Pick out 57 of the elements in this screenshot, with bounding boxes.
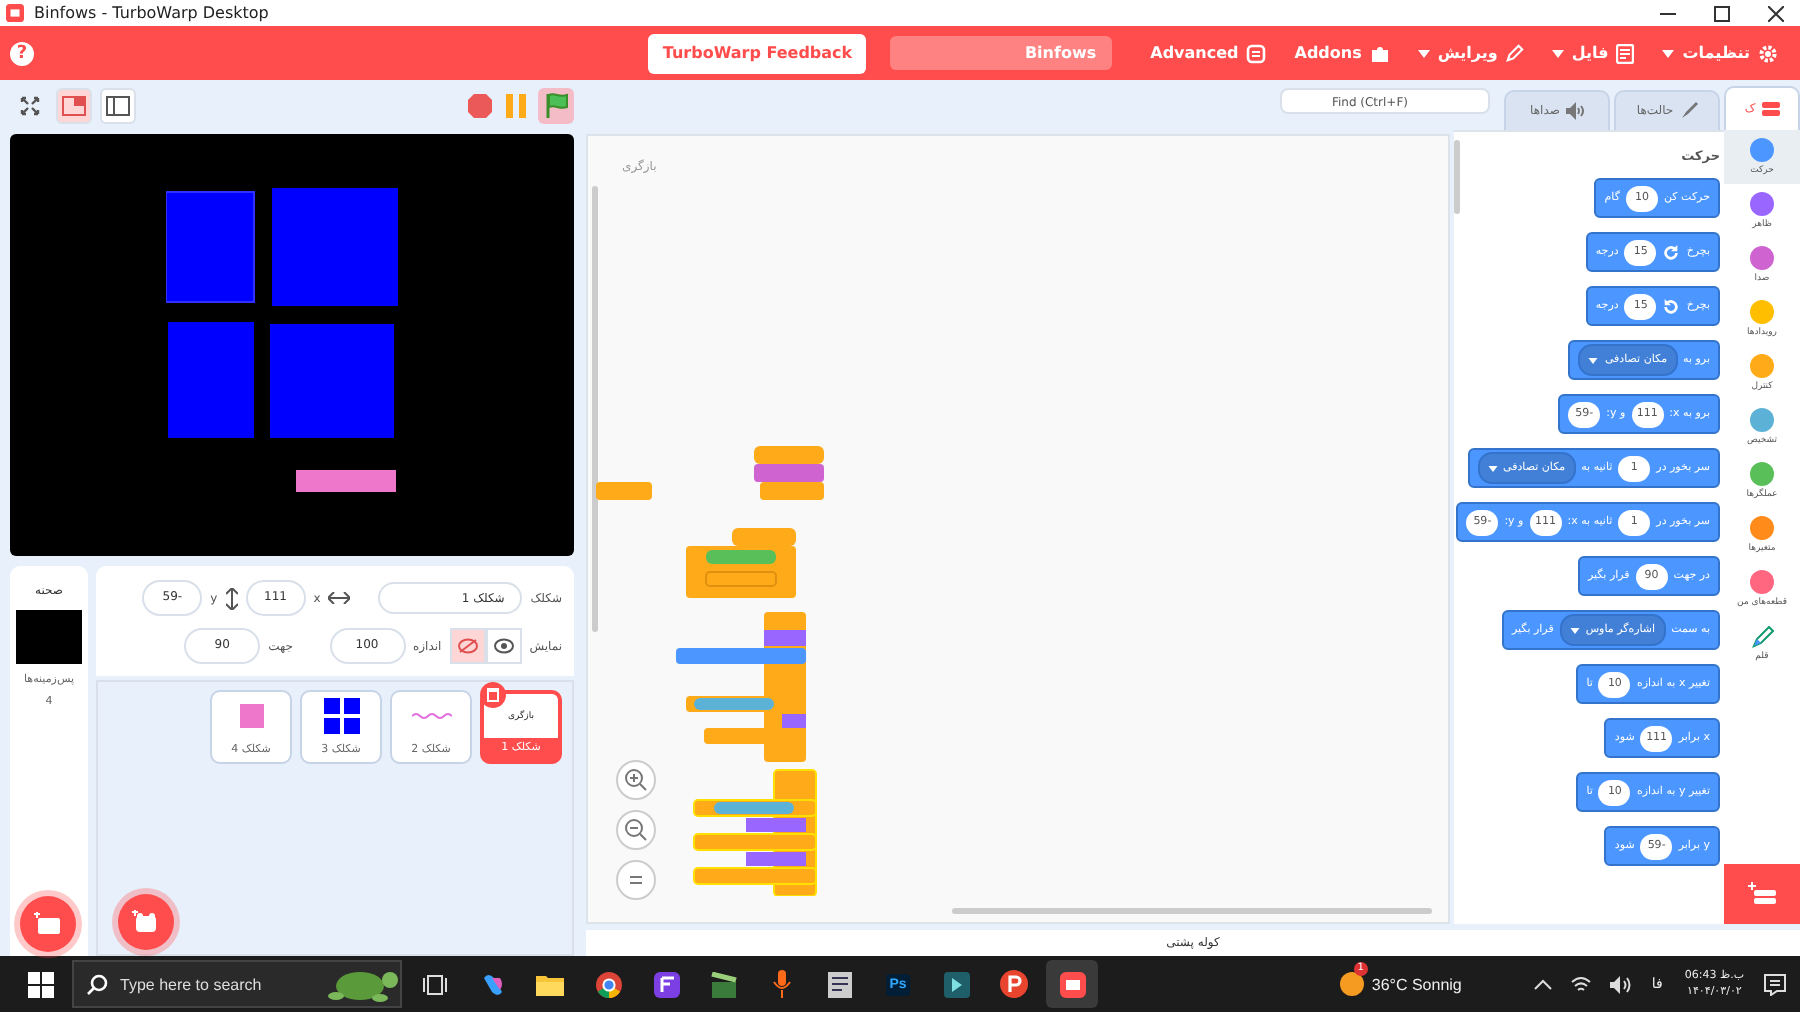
hide-button[interactable] (449, 628, 486, 664)
chevron-up-icon[interactable] (1533, 978, 1552, 990)
taskbar-app-icon[interactable] (1046, 960, 1098, 1008)
pen-icon (1751, 625, 1773, 647)
maximize-icon[interactable] (1714, 5, 1730, 21)
cat-plus-icon (132, 910, 160, 934)
vertical-arrows-icon (225, 587, 238, 609)
add-backdrop-button[interactable] (20, 896, 76, 952)
horizontal-arrows-icon (328, 592, 351, 604)
wifi-icon[interactable] (1569, 975, 1592, 993)
large-stage-icon (106, 95, 130, 115)
weather-text[interactable]: 36°C Sonnig (1371, 975, 1462, 993)
gear-icon (1758, 43, 1778, 63)
advanced-icon (1246, 43, 1267, 63)
zoom-out-icon[interactable] (616, 810, 656, 850)
brush-icon (1679, 102, 1698, 120)
flag-icon (543, 92, 569, 118)
speaker-icon[interactable] (1609, 975, 1632, 993)
picture-plus-icon (34, 912, 62, 936)
show-button[interactable] (485, 628, 522, 664)
large-stage-button[interactable] (100, 87, 136, 123)
crossed-eye-icon (457, 638, 478, 654)
scribble-thumbnail (411, 712, 451, 720)
blocks-plus-icon (1748, 882, 1776, 906)
sun-icon (1339, 972, 1364, 996)
squares-grid-thumbnail (323, 698, 359, 734)
caret-icon (1588, 357, 1599, 363)
caret-icon (1487, 465, 1497, 471)
close-icon[interactable] (1768, 5, 1784, 21)
scrollbar[interactable] (952, 908, 1432, 914)
stop-icon[interactable] (466, 91, 494, 119)
small-stage-button[interactable] (56, 87, 92, 123)
puzzle-icon (1369, 43, 1390, 63)
clockwise-arrow-icon (1662, 243, 1681, 261)
add-extension-button[interactable] (1724, 864, 1800, 924)
taskbar-search-field[interactable]: Type here to search (72, 960, 402, 1008)
backdrop-thumbnail[interactable] (16, 610, 82, 664)
search-icon (86, 973, 108, 995)
eye-icon (493, 638, 514, 654)
scrollbar[interactable] (592, 186, 598, 632)
square-thumbnail (239, 704, 263, 728)
file-icon (1616, 43, 1635, 63)
window-title: Binfows - TurboWarp Desktop (34, 4, 269, 22)
notification-icon[interactable] (1764, 973, 1786, 995)
trash-icon[interactable] (480, 682, 506, 708)
zoom-in-icon[interactable] (616, 760, 656, 800)
caret-icon (1569, 627, 1580, 633)
pencil-icon (1505, 44, 1524, 62)
code-blocks-icon (1761, 102, 1780, 116)
flag-button[interactable] (538, 87, 574, 123)
scrollbar[interactable] (1454, 140, 1460, 214)
reset-zoom-icon[interactable] (616, 860, 656, 900)
counterclockwise-arrow-icon (1662, 297, 1681, 315)
small-stage-icon (62, 95, 86, 115)
windows-logo-icon[interactable] (28, 971, 54, 997)
add-sprite-button[interactable] (118, 894, 174, 950)
speaker-icon (1565, 102, 1584, 120)
